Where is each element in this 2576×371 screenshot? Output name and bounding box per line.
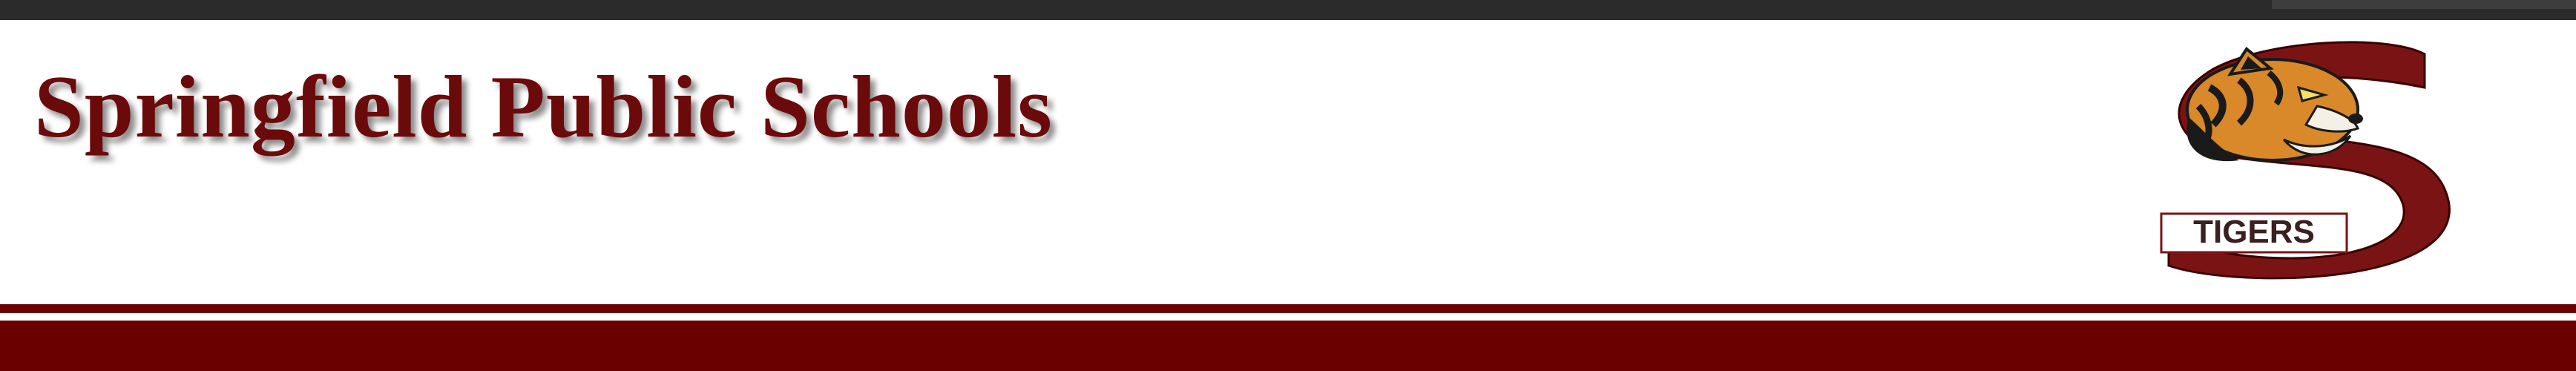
logo-text: TIGERS xyxy=(2193,214,2315,250)
site-title[interactable]: Springfield Public Schools xyxy=(34,62,1053,151)
header-divider-gap xyxy=(0,313,2576,321)
top-bar xyxy=(0,0,2576,20)
tigers-logo[interactable]: TIGERS xyxy=(2143,36,2469,280)
top-bar-right-segment xyxy=(2272,0,2576,9)
nav-bar xyxy=(0,321,2576,371)
header-divider-stripe xyxy=(0,304,2576,313)
tiger-mascot-icon: TIGERS xyxy=(2160,41,2451,280)
